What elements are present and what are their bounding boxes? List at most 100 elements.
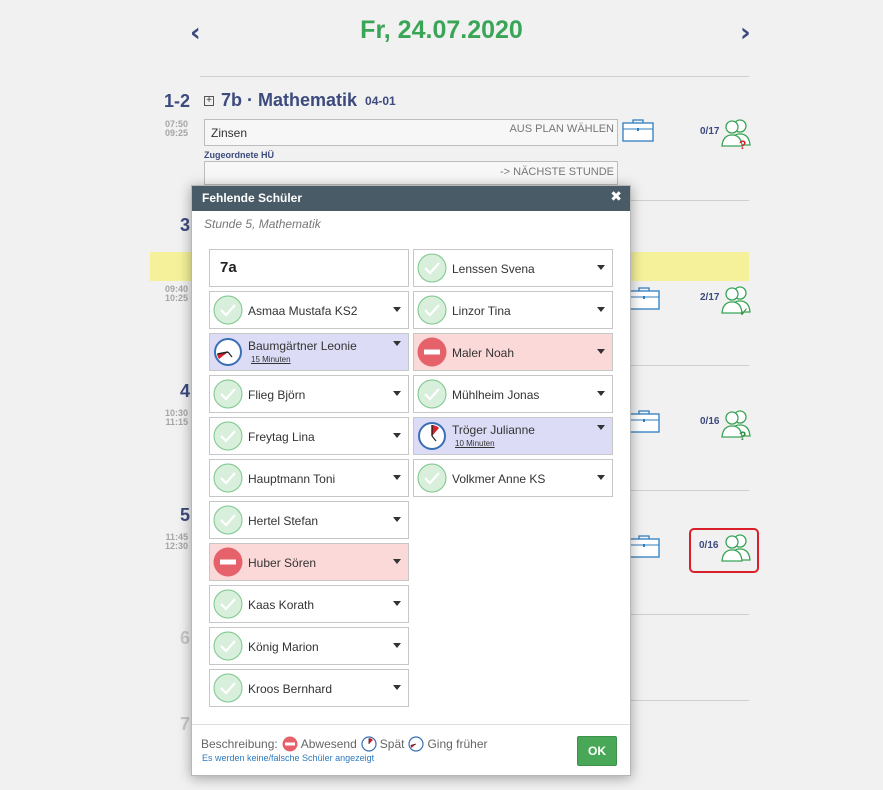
chevron-down-icon[interactable] xyxy=(393,341,401,346)
student-cell[interactable]: Lenssen Svena xyxy=(413,249,613,287)
student-name: Kroos Bernhard xyxy=(248,682,333,696)
chevron-down-icon[interactable] xyxy=(393,433,401,438)
present-check-icon[interactable] xyxy=(213,673,243,703)
close-icon[interactable]: ✖ xyxy=(610,189,622,205)
student-cell[interactable]: König Marion xyxy=(209,627,409,665)
present-check-icon[interactable] xyxy=(417,295,447,325)
chevron-down-icon[interactable] xyxy=(393,475,401,480)
student-name: Tröger Julianne xyxy=(452,423,535,437)
student-name: Kaas Korath xyxy=(248,598,315,612)
lesson-title[interactable]: + 7b · Mathematik 04-01 xyxy=(204,90,396,111)
student-name: Maler Noah xyxy=(452,346,515,360)
absent-icon[interactable] xyxy=(213,547,243,577)
absent-icon[interactable] xyxy=(417,337,447,367)
lesson-subject: 7b · Mathematik xyxy=(221,90,358,110)
legend-label: Beschreibung: xyxy=(201,737,278,751)
student-cell[interactable]: Huber Sören xyxy=(209,543,409,581)
count-mark: ? xyxy=(739,429,746,440)
chevron-down-icon[interactable] xyxy=(597,265,605,270)
chevron-down-icon[interactable] xyxy=(597,391,605,396)
present-check-icon[interactable] xyxy=(417,253,447,283)
briefcase-icon[interactable] xyxy=(628,534,660,558)
students-icon[interactable] xyxy=(719,532,753,564)
present-check-icon[interactable] xyxy=(213,295,243,325)
present-check-icon[interactable] xyxy=(417,379,447,409)
topic-field[interactable]: Zinsen AUS PLAN WÄHLEN xyxy=(204,119,618,146)
lesson-page: ‹ Fr, 24.07.2020 › 1-2 07:50 09:25 + 7b … xyxy=(0,0,883,790)
student-name: Asmaa Mustafa KS2 xyxy=(248,304,358,318)
students-icon[interactable]: ? xyxy=(719,408,753,440)
chevron-down-icon[interactable] xyxy=(393,643,401,648)
chevron-down-icon[interactable] xyxy=(393,391,401,396)
student-name: Flieg Björn xyxy=(248,388,306,402)
student-cell[interactable]: Baumgärtner Leonie 15 Minuten xyxy=(209,333,409,371)
chevron-down-icon[interactable] xyxy=(597,475,605,480)
briefcase-icon[interactable] xyxy=(628,409,660,433)
student-cell[interactable]: Hauptmann Toni xyxy=(209,459,409,497)
homework-field[interactable]: -> NÄCHSTE STUNDE xyxy=(204,161,618,185)
present-check-icon[interactable] xyxy=(213,463,243,493)
ok-button[interactable]: OK xyxy=(577,736,617,766)
present-check-icon[interactable] xyxy=(213,379,243,409)
student-name: Linzor Tina xyxy=(452,304,511,318)
period-number: 6 xyxy=(179,628,190,648)
student-cell[interactable]: Asmaa Mustafa KS2 xyxy=(209,291,409,329)
present-check-icon[interactable] xyxy=(417,463,447,493)
next-lesson-button[interactable]: -> NÄCHSTE STUNDE xyxy=(500,166,614,178)
late-clock-icon[interactable] xyxy=(417,421,447,451)
student-cell[interactable]: Kroos Bernhard xyxy=(209,669,409,707)
duration-link[interactable]: 15 Minuten xyxy=(251,355,291,364)
period-number: 7 xyxy=(179,714,190,734)
chevron-down-icon[interactable] xyxy=(597,425,605,430)
left-early-clock-icon[interactable] xyxy=(213,337,243,367)
student-cell[interactable]: Volkmer Anne KS xyxy=(413,459,613,497)
student-name: König Marion xyxy=(248,640,319,654)
student-cell[interactable]: Tröger Julianne 10 Minuten xyxy=(413,417,613,455)
dialog-title: Fehlende Schüler xyxy=(202,191,303,205)
chevron-down-icon[interactable] xyxy=(393,517,401,522)
student-cell[interactable]: Freytag Lina xyxy=(209,417,409,455)
briefcase-icon[interactable] xyxy=(622,118,654,142)
chevron-down-icon[interactable] xyxy=(597,307,605,312)
choose-from-plan-button[interactable]: AUS PLAN WÄHLEN xyxy=(509,123,614,135)
briefcase-icon[interactable] xyxy=(628,286,660,310)
next-day-arrow[interactable]: › xyxy=(740,18,751,48)
legend-absent: Abwesend xyxy=(300,737,357,751)
period-number: 5 xyxy=(179,505,190,525)
left-early-icon xyxy=(408,736,425,752)
missing-students-dialog: Fehlende Schüler ✖ Stunde 5, Mathematik … xyxy=(191,185,631,776)
chevron-down-icon[interactable] xyxy=(393,601,401,606)
legend-left-early: Ging früher xyxy=(427,737,488,751)
students-icon[interactable]: ? xyxy=(719,117,753,149)
present-check-icon[interactable] xyxy=(213,631,243,661)
period-number: 1-2 xyxy=(163,91,190,111)
student-name: Volkmer Anne KS xyxy=(452,472,546,486)
student-cell[interactable]: Mühlheim Jonas xyxy=(413,375,613,413)
student-cell[interactable]: Linzor Tina xyxy=(413,291,613,329)
dialog-footer: Beschreibung: Abwesend Spät Ging früher … xyxy=(192,724,630,776)
class-name: 7a xyxy=(209,249,409,287)
status-legend: Beschreibung: Abwesend Spät Ging früher xyxy=(201,736,487,752)
student-name: Lenssen Svena xyxy=(452,262,535,276)
dialog-subtitle: Stunde 5, Mathematik xyxy=(204,217,321,231)
divider xyxy=(200,76,749,77)
student-cell[interactable]: Maler Noah xyxy=(413,333,613,371)
students-icon[interactable]: ✓ xyxy=(719,284,753,316)
attendance-count: 0/16 xyxy=(700,416,720,427)
student-cell[interactable]: Kaas Korath xyxy=(209,585,409,623)
chevron-down-icon[interactable] xyxy=(393,559,401,564)
present-check-icon[interactable] xyxy=(213,421,243,451)
chevron-down-icon[interactable] xyxy=(393,307,401,312)
student-cell[interactable]: Flieg Björn xyxy=(209,375,409,413)
chevron-down-icon[interactable] xyxy=(597,349,605,354)
present-check-icon[interactable] xyxy=(213,505,243,535)
duration-link[interactable]: 10 Minuten xyxy=(455,439,495,448)
period-number: 4 xyxy=(179,381,190,401)
student-cell[interactable]: Hertel Stefan xyxy=(209,501,409,539)
expand-icon[interactable]: + xyxy=(204,95,214,106)
period-end-time: 12:30 xyxy=(164,541,188,551)
wrong-students-link[interactable]: Es werden keine/falsche Schüler angezeig… xyxy=(202,753,374,763)
present-check-icon[interactable] xyxy=(213,589,243,619)
period-end-time: 11:15 xyxy=(165,417,188,427)
chevron-down-icon[interactable] xyxy=(393,685,401,690)
